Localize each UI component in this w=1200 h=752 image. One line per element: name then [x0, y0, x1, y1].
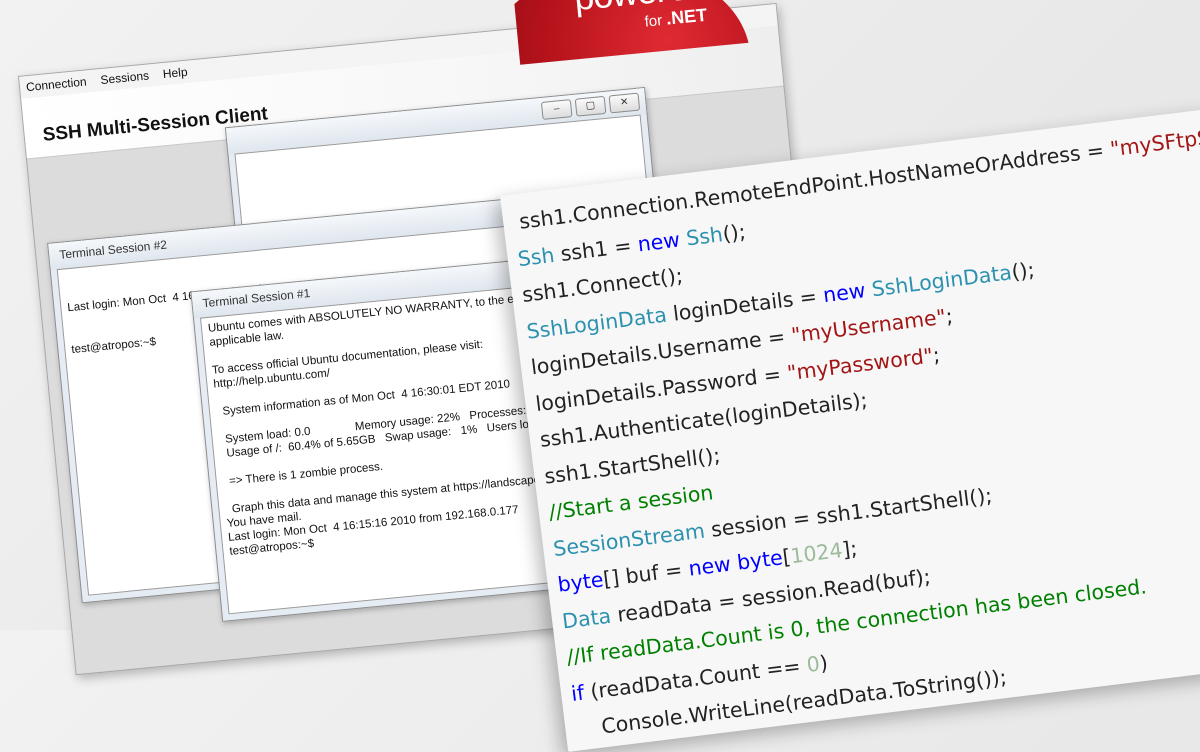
code-token: Data	[560, 603, 613, 633]
close-button[interactable]: ✕	[608, 92, 641, 114]
code-token: "mySFtpServer.com"	[1108, 111, 1200, 162]
menu-sessions[interactable]: Sessions	[100, 68, 150, 87]
menu-connection[interactable]: Connection	[25, 74, 87, 94]
code-token: ];	[840, 536, 859, 562]
code-token: ;	[931, 342, 942, 367]
code-token: )	[818, 650, 830, 675]
code-token: new	[687, 551, 733, 581]
code-token: Ssh	[684, 221, 725, 251]
code-token: 1024	[789, 538, 844, 569]
code-token: ();	[721, 218, 747, 246]
code-token: new	[636, 227, 682, 256]
minimize-button[interactable]: –	[540, 99, 573, 120]
menu-help[interactable]: Help	[162, 65, 188, 81]
code-token: Ssh	[516, 242, 556, 271]
code-block: ssh1.Connection.RemoteEndPoint.HostNameO…	[511, 105, 1200, 748]
code-sample-card: ssh1.Connection.RemoteEndPoint.HostNameO…	[500, 108, 1200, 752]
code-token: new	[821, 277, 867, 307]
maximize-button[interactable]: ▢	[574, 95, 607, 117]
code-token: ssh1 =	[552, 232, 640, 267]
code-token: [] buf =	[601, 556, 691, 592]
powertcp-logo: powerTCP for .NET	[510, 0, 769, 65]
code-token: byte	[556, 567, 605, 597]
code-token: byte	[735, 545, 785, 575]
code-token: ();	[1010, 257, 1036, 284]
